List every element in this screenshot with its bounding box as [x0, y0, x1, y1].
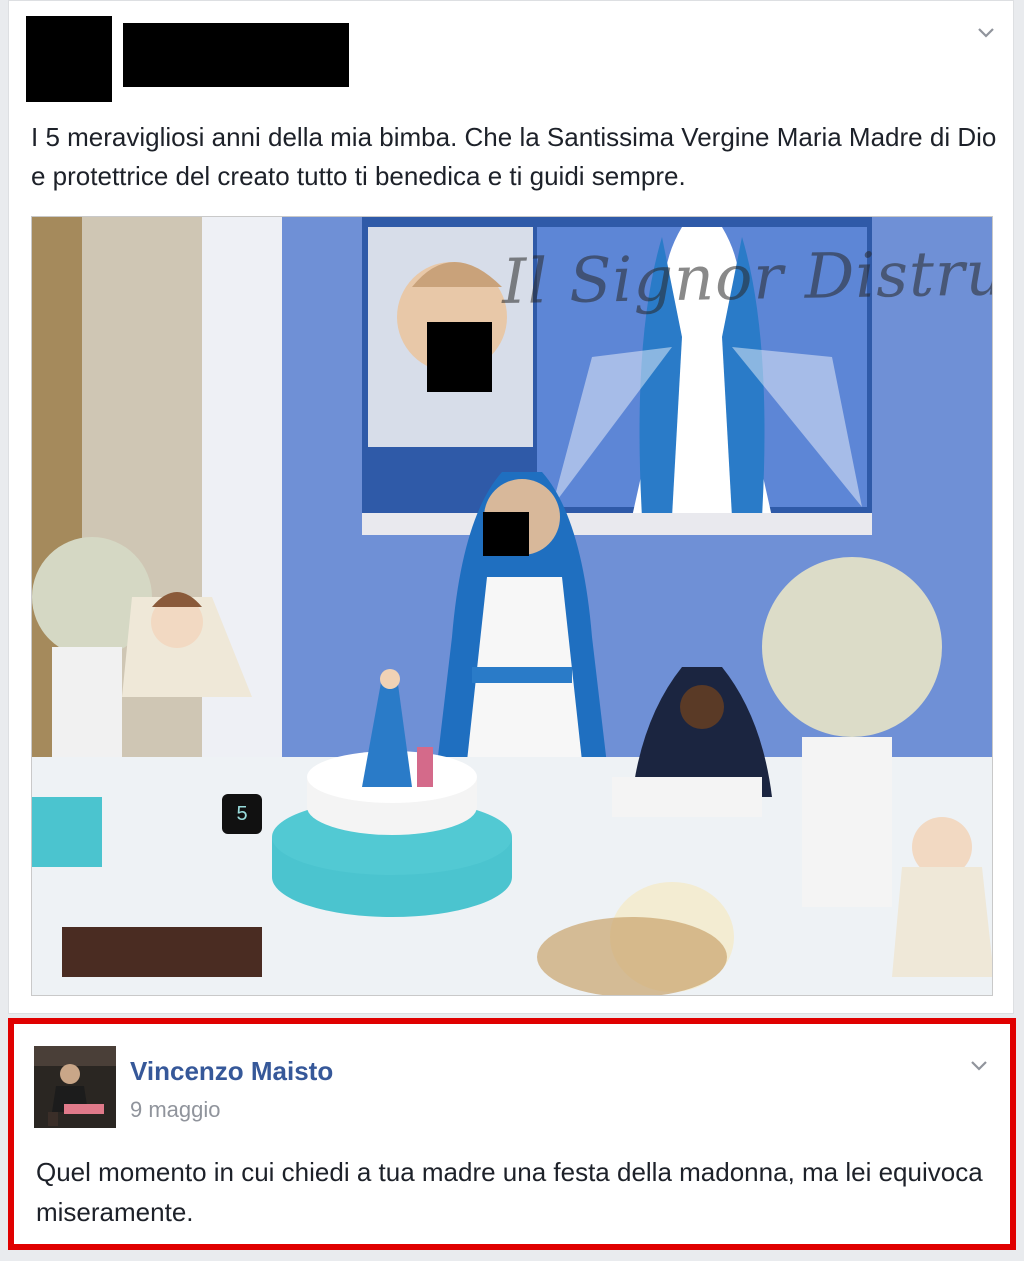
redacted-avatar: [26, 16, 112, 102]
highlighted-comment-card: Vincenzo Maisto 9 maggio Quel momento in…: [8, 1018, 1016, 1250]
redacted-face: [483, 512, 529, 556]
chevron-down-icon[interactable]: [975, 21, 997, 43]
photo-watermark: Il Signor Distruggere: [501, 232, 993, 319]
post-card: I 5 meravigliosi anni della mia bimba. C…: [8, 0, 1014, 1014]
comment-timestamp[interactable]: 9 maggio: [130, 1097, 221, 1123]
redacted-author-name: [123, 23, 349, 87]
party-scene-illustration: [32, 217, 992, 995]
avatar-photo: [34, 1046, 116, 1128]
post-photo[interactable]: Il Signor Distruggere 5: [31, 216, 993, 996]
avatar[interactable]: [34, 1046, 116, 1128]
post-text: I 5 meravigliosi anni della mia bimba. C…: [31, 122, 997, 191]
comment-author-link[interactable]: Vincenzo Maisto: [130, 1056, 333, 1087]
cake-number-sign: 5: [222, 794, 262, 834]
redacted-face: [427, 322, 492, 392]
chevron-down-icon[interactable]: [968, 1054, 990, 1076]
comment-text: Quel momento in cui chiedi a tua madre u…: [36, 1157, 983, 1227]
